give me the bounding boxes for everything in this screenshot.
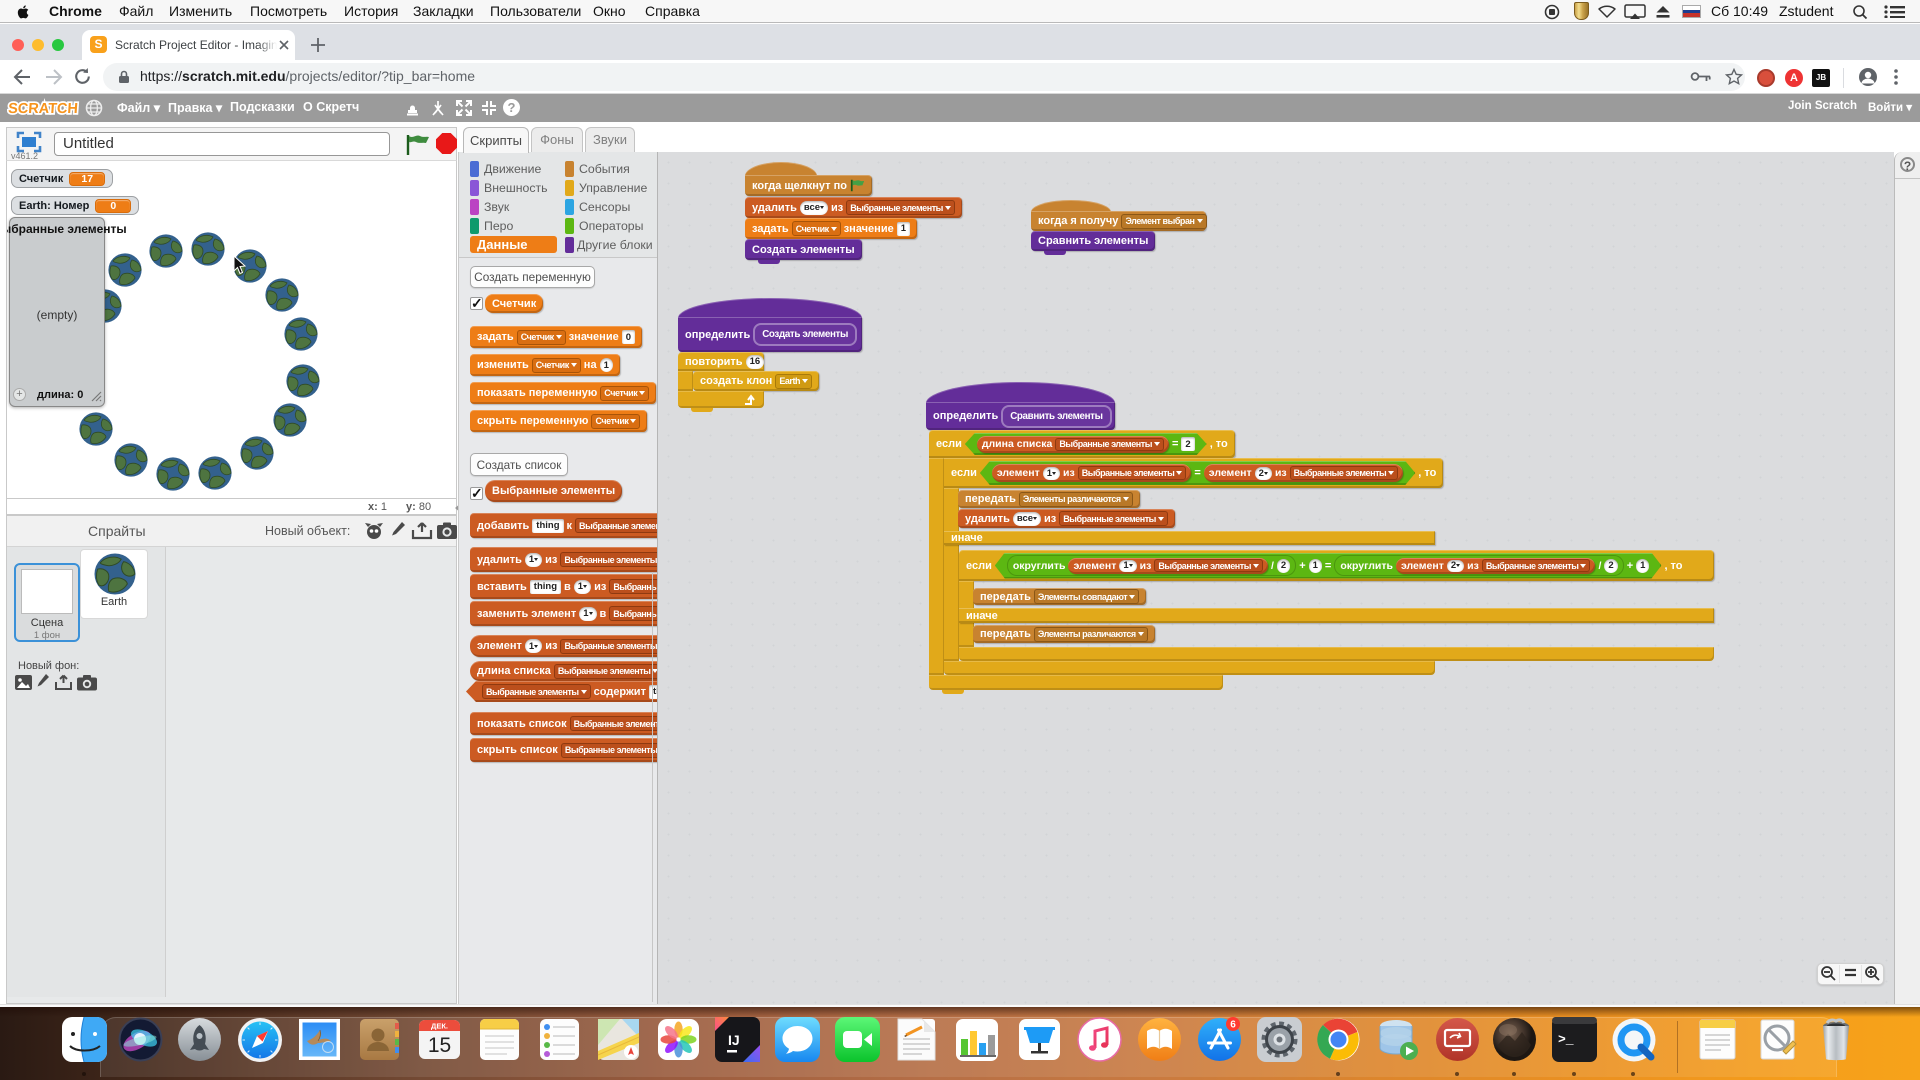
svg-text:ДЕК.: ДЕК. — [431, 1022, 448, 1031]
svg-text:6: 6 — [1230, 1020, 1236, 1031]
svg-text:15: 15 — [428, 1034, 451, 1057]
svg-text:>_: >_ — [1558, 1032, 1574, 1047]
svg-text:IJ: IJ — [728, 1032, 740, 1048]
